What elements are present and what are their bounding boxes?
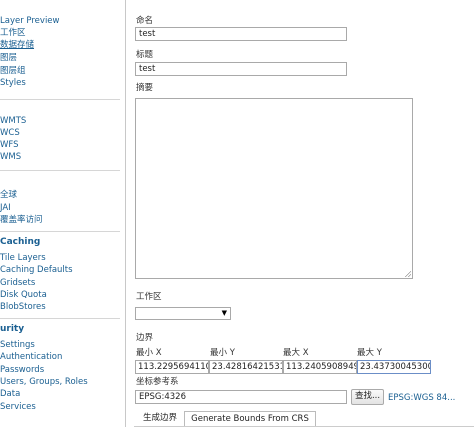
sidebar-heading-security: urity: [0, 324, 25, 334]
sidebar-item-blobstores[interactable]: BlobStores: [0, 302, 46, 312]
crs-description-link[interactable]: EPSG:WGS 84...: [388, 393, 455, 403]
sidebar-item-layers[interactable]: 图层: [0, 53, 17, 63]
sidebar-item-passwords[interactable]: Passwords: [0, 365, 44, 375]
abstract-textarea[interactable]: [135, 98, 413, 279]
sidebar-item-wcs[interactable]: WCS: [0, 128, 20, 138]
crs-label: 坐标参考系: [136, 377, 179, 387]
name-label: 命名: [136, 16, 154, 26]
sidebar-separator: [0, 99, 120, 100]
find-crs-button[interactable]: 查找...: [351, 389, 384, 405]
sidebar: Layer Preview 工作区 数据存储 图层 图层组 Styles WMT…: [0, 0, 120, 427]
max-y-label: 最大 Y: [357, 348, 382, 358]
name-input[interactable]: test: [135, 27, 347, 41]
sidebar-item-workspaces[interactable]: 工作区: [0, 28, 26, 38]
sidebar-heading-caching: Caching: [0, 237, 41, 247]
min-y-label: 最小 Y: [210, 348, 235, 358]
sidebar-item-global[interactable]: 全球: [0, 190, 17, 200]
max-x-label: 最大 X: [283, 348, 309, 358]
sidebar-item-services-security[interactable]: Services: [0, 402, 36, 412]
tab-generate-bounds-from-crs[interactable]: Generate Bounds From CRS: [184, 411, 316, 427]
sidebar-item-data-security[interactable]: Data: [0, 389, 20, 399]
sidebar-item-stores[interactable]: 数据存储: [0, 40, 34, 50]
sidebar-item-disk-quota[interactable]: Disk Quota: [0, 290, 47, 300]
tab-compute-bounds[interactable]: 生成边界: [136, 411, 184, 427]
sidebar-separator: [0, 170, 120, 171]
sidebar-item-jai[interactable]: JAI: [0, 203, 11, 213]
sidebar-item-styles[interactable]: Styles: [0, 78, 26, 88]
sidebar-item-security-settings[interactable]: Settings: [0, 340, 35, 350]
sidebar-item-wfs[interactable]: WFS: [0, 140, 19, 150]
max-y-input[interactable]: 23.4373004530095: [357, 360, 431, 374]
sidebar-item-wms[interactable]: WMS: [0, 152, 21, 162]
chevron-down-icon: ▼: [221, 309, 227, 317]
sidebar-item-gridsets[interactable]: Gridsets: [0, 278, 35, 288]
sidebar-item-authentication[interactable]: Authentication: [0, 352, 62, 362]
max-x-input[interactable]: 113.24059089499!: [283, 360, 357, 374]
abstract-label: 摘要: [136, 83, 154, 93]
title-label: 标题: [136, 50, 154, 60]
sidebar-item-layer-preview[interactable]: Layer Preview: [0, 16, 60, 26]
min-y-input[interactable]: 23.4281642153115: [209, 360, 283, 374]
sidebar-separator: [0, 231, 120, 232]
sidebar-item-tile-layers[interactable]: Tile Layers: [0, 253, 46, 263]
sidebar-separator: [0, 318, 120, 319]
sidebar-item-users-groups-roles[interactable]: Users, Groups, Roles: [0, 377, 88, 387]
min-x-label: 最小 X: [136, 348, 162, 358]
sidebar-item-coverage-access[interactable]: 覆盖率访问: [0, 215, 43, 225]
min-x-input[interactable]: 113.22956941100(: [135, 360, 209, 374]
resize-grip-icon[interactable]: [405, 271, 411, 277]
sidebar-item-layer-groups[interactable]: 图层组: [0, 66, 26, 76]
workspace-label: 工作区: [136, 292, 162, 302]
workspace-select[interactable]: ▼: [135, 307, 231, 320]
sidebar-item-caching-defaults[interactable]: Caching Defaults: [0, 265, 73, 275]
sidebar-item-wmts[interactable]: WMTS: [0, 116, 26, 126]
bounds-label: 边界: [136, 333, 154, 343]
sidebar-divider: [125, 0, 126, 427]
crs-input[interactable]: EPSG:4326: [135, 390, 347, 404]
title-input[interactable]: test: [135, 62, 347, 76]
